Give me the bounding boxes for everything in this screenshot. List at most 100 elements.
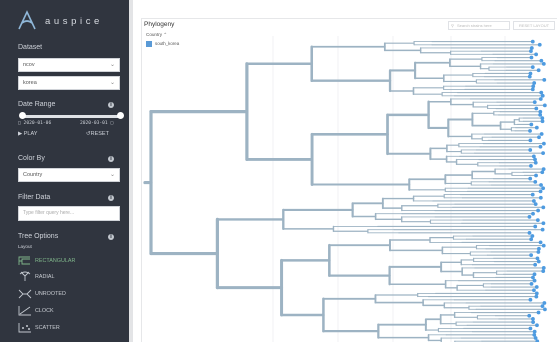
tree-tip[interactable] [535,218,540,222]
tree-tip[interactable] [529,253,534,258]
dataset-select-1[interactable]: ncov ⌄ [18,58,120,72]
tree-tip[interactable] [540,119,545,124]
phylogeny-tree[interactable] [133,0,559,342]
tree-tip[interactable] [534,294,539,299]
tree-tip[interactable] [542,103,547,108]
tree-tip[interactable] [533,262,538,267]
tree-tip[interactable] [541,62,546,66]
tree-tip[interactable] [527,74,532,79]
layout-radial-button[interactable]: RADIAL [18,271,118,283]
tree-tip[interactable] [530,87,535,92]
tree-tip[interactable] [541,269,546,273]
tree-tip[interactable] [541,243,546,248]
dataset-select-2[interactable]: korea ⌄ [18,76,120,90]
layout-scatter-button[interactable]: SCATTER [18,322,118,334]
tree-tip[interactable] [534,125,539,130]
tree-tip[interactable] [534,173,538,178]
tree-tip[interactable] [536,310,541,315]
tree-tip[interactable] [529,164,533,168]
tree-tip[interactable] [527,313,532,318]
tree-tip[interactable] [536,68,541,73]
tree-tip[interactable] [529,55,534,60]
tree-tip[interactable] [538,97,543,101]
tree-tip[interactable] [536,208,540,213]
tree-tip[interactable] [532,100,537,105]
date-range-slider[interactable] [22,115,120,118]
info-icon[interactable]: i [108,156,114,162]
tree-tip[interactable] [531,320,536,324]
tree-tip[interactable] [541,205,546,210]
tree-tip[interactable] [528,176,533,181]
tree-tip[interactable] [527,215,532,219]
tree-tip[interactable] [537,42,542,47]
tree-tip[interactable] [533,179,538,184]
tree-tip[interactable] [537,246,541,251]
layout-rectangular-button[interactable]: RECTANGULAR [18,255,118,267]
tree-tip[interactable] [541,186,546,191]
end-date[interactable]: 2020-03-01 □ [80,121,113,126]
tree-tip[interactable] [540,93,545,98]
tree-tip[interactable] [530,65,535,69]
tree-tip[interactable] [533,160,538,165]
tree-tip[interactable] [537,135,541,140]
info-icon[interactable]: i [108,234,114,240]
tree-tip[interactable] [532,288,536,293]
tree-tip[interactable] [536,250,541,254]
tree-tip[interactable] [528,297,533,302]
start-date[interactable]: □ 2020-01-06 [18,121,51,126]
tree-tip[interactable] [541,266,546,270]
tree-tip[interactable] [528,128,532,133]
tree-tip[interactable] [528,138,533,143]
filter-input[interactable]: Type filter query here... [18,206,120,221]
tree-tip[interactable] [534,52,539,57]
tree-tip[interactable] [536,259,541,264]
tree-tip[interactable] [541,221,546,226]
tree-tip[interactable] [539,183,543,187]
slider-end-handle[interactable] [116,112,124,119]
reset-button[interactable]: ↺RESET [86,131,109,137]
tree-tip[interactable] [540,227,545,232]
tree-tip[interactable] [542,77,547,82]
tree-tip[interactable] [529,281,534,286]
tree-tip[interactable] [528,71,533,76]
tree-tip[interactable] [539,58,544,63]
tree-tip[interactable] [529,237,534,242]
tree-tip[interactable] [538,189,543,194]
tree-tip[interactable] [532,278,537,283]
tree-tip[interactable] [531,211,535,216]
tree-tip[interactable] [530,39,535,44]
tree-tip[interactable] [529,122,534,127]
brand[interactable]: auspice [17,9,137,33]
color-by-select[interactable]: Country ⌄ [18,168,120,182]
tree-tip[interactable] [538,240,543,245]
tree-tip[interactable] [541,141,546,146]
tree-tip[interactable] [538,144,543,149]
tree-tip[interactable] [539,132,544,136]
tree-tip[interactable] [528,326,533,331]
tree-tip[interactable] [533,224,538,229]
tree-tip[interactable] [538,113,543,117]
tree-tip[interactable] [530,192,535,197]
tree-tip[interactable] [538,195,543,200]
info-icon[interactable]: i [108,195,114,201]
tree-tip[interactable] [540,304,545,309]
tree-tip[interactable] [535,323,539,328]
layout-unrooted-button[interactable]: UNROOTED [18,288,118,300]
tree-tip[interactable] [527,230,532,235]
tree-tip[interactable] [529,46,534,50]
play-button[interactable]: ▶ PLAY [18,131,37,137]
tree-tip[interactable] [531,84,536,89]
tree-tip[interactable] [540,170,545,175]
tree-tip[interactable] [531,199,536,203]
tree-tip[interactable] [533,157,537,162]
info-icon[interactable]: i [108,102,114,108]
tree-tip[interactable] [534,291,539,296]
tree-tip[interactable] [543,307,547,312]
tree-tip[interactable] [534,106,539,111]
layout-clock-button[interactable]: CLOCK [18,305,118,317]
slider-start-handle[interactable] [18,112,26,119]
tree-tip[interactable] [542,301,547,305]
tree-tip[interactable] [528,148,533,152]
tree-tip[interactable] [529,49,533,54]
tree-tip[interactable] [541,151,545,156]
